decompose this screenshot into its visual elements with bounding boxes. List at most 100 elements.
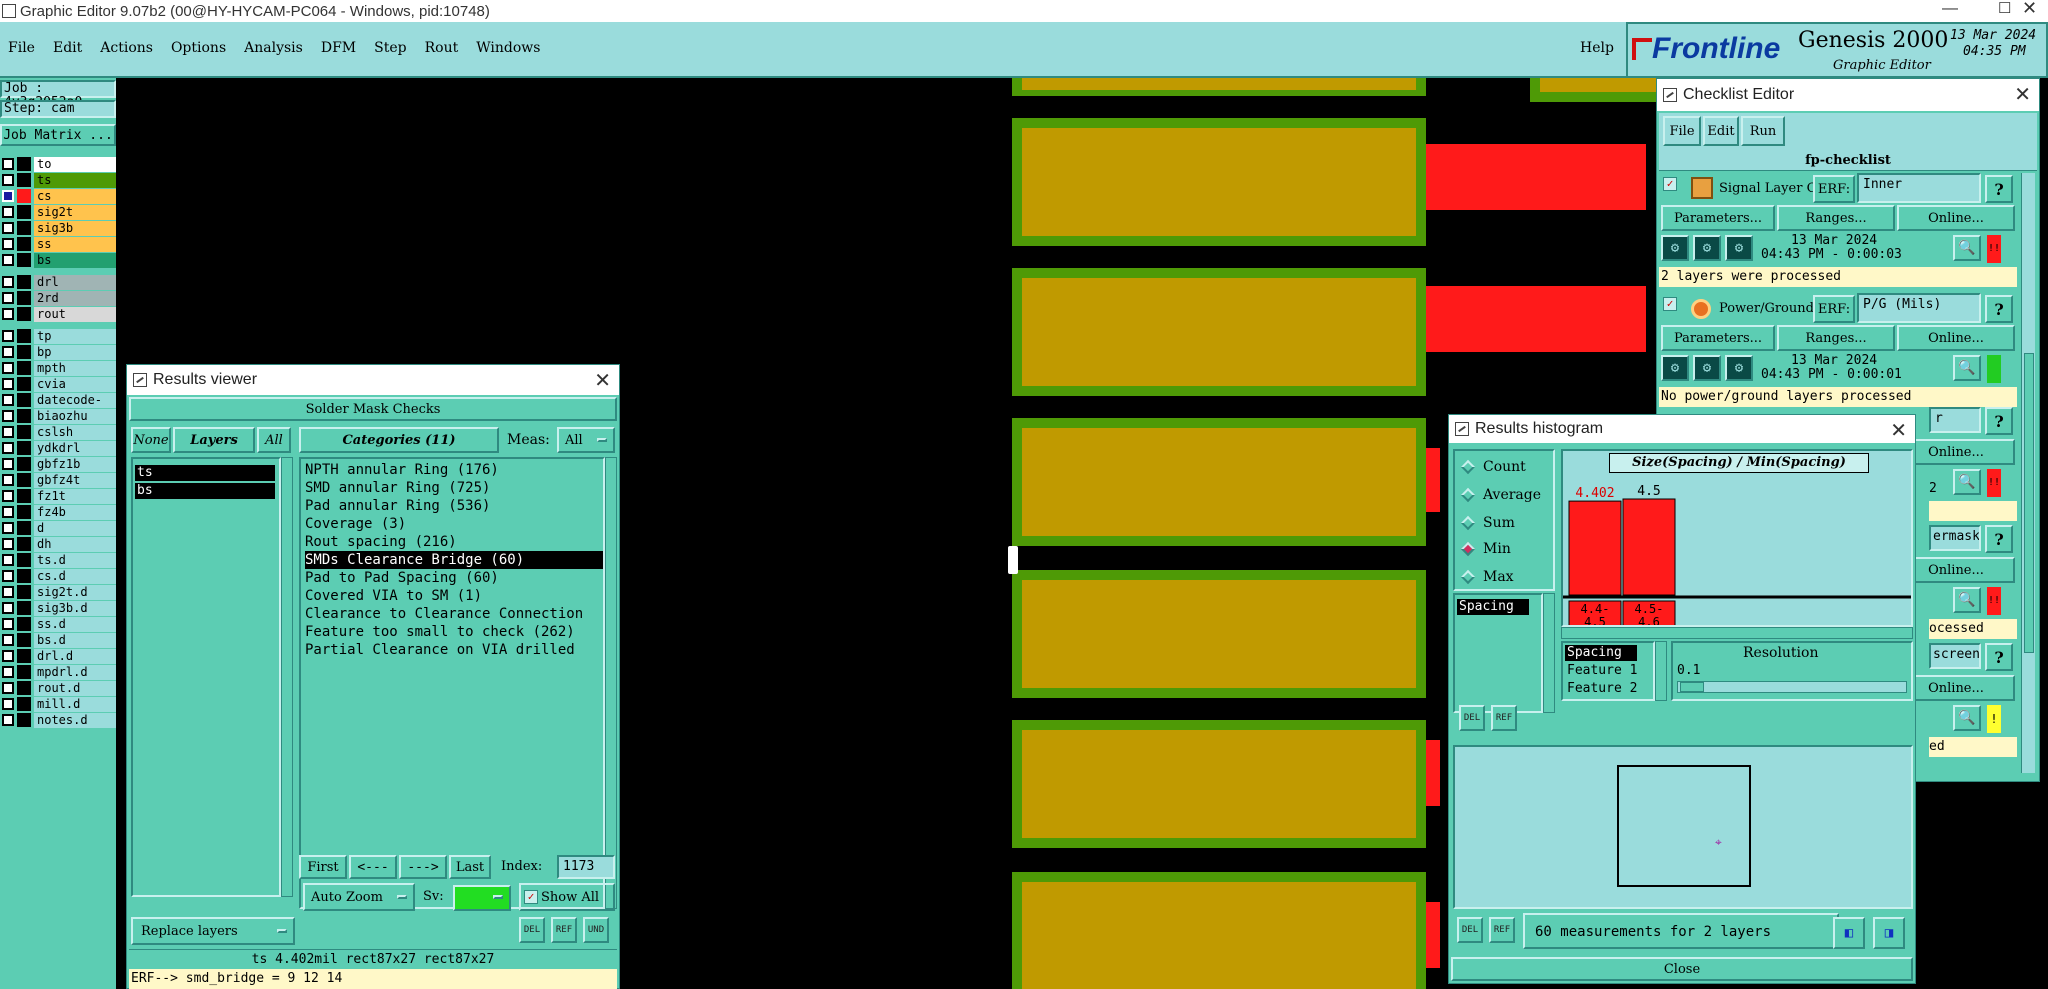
- layer-row[interactable]: to: [0, 156, 116, 172]
- layer-row[interactable]: gbfz4t: [0, 472, 116, 488]
- parameters-button[interactable]: Parameters...: [1661, 205, 1775, 231]
- layer-checkbox[interactable]: [2, 394, 14, 406]
- zoom-icon[interactable]: 🔍: [1953, 587, 1981, 613]
- layer-row[interactable]: datecode-to: [0, 392, 116, 422]
- layer-checkbox[interactable]: [2, 490, 14, 502]
- layer-name[interactable]: fz4b: [34, 504, 116, 520]
- erf-value[interactable]: r: [1929, 407, 1981, 433]
- layer-row[interactable]: tp: [0, 328, 116, 344]
- category-item[interactable]: Partial Clearance on VIA drilled: [305, 641, 603, 659]
- layer-color-swatch[interactable]: [17, 713, 31, 727]
- layer-checkbox[interactable]: [2, 554, 14, 566]
- layer-name[interactable]: mill.d: [34, 696, 116, 712]
- layer-checkbox[interactable]: [2, 190, 14, 202]
- layer-color-swatch[interactable]: [17, 489, 31, 503]
- layer-row[interactable]: ydkdrl: [0, 440, 116, 456]
- layer-checkbox[interactable]: [2, 714, 14, 726]
- checklist-edit-menu[interactable]: Edit: [1703, 116, 1739, 146]
- meas-dropdown[interactable]: All: [557, 427, 615, 453]
- layer-checkbox[interactable]: [2, 698, 14, 710]
- sv-color-dropdown[interactable]: [453, 885, 511, 911]
- layer-checkbox[interactable]: [2, 330, 14, 342]
- ranges-button[interactable]: Ranges...: [1777, 205, 1895, 231]
- layer-color-swatch[interactable]: [17, 665, 31, 679]
- layer-checkbox[interactable]: [2, 618, 14, 630]
- layer-color-swatch[interactable]: [17, 345, 31, 359]
- category-item[interactable]: Feature too small to check (262): [305, 623, 603, 641]
- field-list-scrollbar[interactable]: [1655, 641, 1667, 701]
- layer-name[interactable]: ts: [34, 172, 116, 188]
- layer-checkbox[interactable]: [2, 586, 14, 598]
- layer-checkbox[interactable]: [2, 238, 14, 250]
- layer-checkbox[interactable]: [2, 222, 14, 234]
- field-list[interactable]: Spacing Feature 1 Feature 2: [1561, 641, 1655, 701]
- layer-color-swatch[interactable]: [17, 521, 31, 535]
- layer-checkbox[interactable]: [2, 506, 14, 518]
- menu-step[interactable]: Step: [374, 40, 406, 56]
- layer-color-swatch[interactable]: [17, 275, 31, 289]
- zoom-icon[interactable]: 🔍: [1953, 705, 1981, 731]
- layer-row[interactable]: drl.d: [0, 648, 116, 664]
- layer-row[interactable]: ts: [0, 172, 116, 188]
- del-button[interactable]: DEL: [1459, 705, 1485, 731]
- layer-name[interactable]: cslsh: [34, 424, 116, 440]
- category-item[interactable]: NPTH annular Ring (176): [305, 461, 603, 479]
- layer-name[interactable]: mpdrl.d: [34, 664, 116, 680]
- layer-color-swatch[interactable]: [17, 237, 31, 251]
- layer-row[interactable]: bs: [0, 252, 116, 268]
- layer-color-swatch[interactable]: [17, 253, 31, 267]
- layout-icon[interactable]: ◧: [1833, 917, 1865, 949]
- measure-list-item[interactable]: Spacing: [1457, 599, 1529, 615]
- show-all-toggle[interactable]: ✓ Show All: [519, 883, 615, 911]
- layer-row[interactable]: sig3b.d: [0, 600, 116, 616]
- layer-row[interactable]: d: [0, 520, 116, 536]
- layer-name[interactable]: d: [34, 520, 116, 536]
- layer-name[interactable]: rout.d: [34, 680, 116, 696]
- layer-checkbox[interactable]: [2, 570, 14, 582]
- layer-checkbox[interactable]: [2, 650, 14, 662]
- layer-name[interactable]: gbfz1b: [34, 456, 116, 472]
- layer-row[interactable]: dh: [0, 536, 116, 552]
- result-layer-item[interactable]: ts: [135, 465, 275, 481]
- layer-row[interactable]: sig2t: [0, 204, 116, 220]
- layer-name[interactable]: mpth: [34, 360, 116, 376]
- job-matrix-button[interactable]: Job Matrix ...: [0, 124, 116, 146]
- replace-layers-dropdown[interactable]: Replace layers: [131, 917, 295, 945]
- menu-analysis[interactable]: Analysis: [244, 40, 303, 56]
- layer-color-swatch[interactable]: [17, 307, 31, 321]
- layer-checkbox[interactable]: [2, 254, 14, 266]
- next-button[interactable]: --->: [399, 855, 447, 879]
- layer-list-scrollbar[interactable]: [281, 457, 293, 897]
- layer-checkbox[interactable]: [2, 174, 14, 186]
- layer-row[interactable]: biaozhu: [0, 408, 116, 424]
- max-option[interactable]: Max: [1460, 569, 1514, 585]
- erf-value[interactable]: screen: [1929, 643, 1981, 669]
- close-icon[interactable]: ✕: [594, 368, 611, 393]
- layer-row[interactable]: mill.d: [0, 696, 116, 712]
- layer-color-swatch[interactable]: [17, 601, 31, 615]
- layer-name[interactable]: tp: [34, 328, 116, 344]
- layer-name[interactable]: dh: [34, 536, 116, 552]
- del-button[interactable]: DEL: [1457, 917, 1483, 943]
- category-item[interactable]: Pad to Pad Spacing (60): [305, 569, 603, 587]
- resolution-slider[interactable]: [1677, 681, 1907, 693]
- menu-file[interactable]: File: [8, 40, 35, 56]
- erf-value[interactable]: ermask: [1929, 525, 1981, 551]
- last-button[interactable]: Last: [449, 855, 491, 879]
- layer-name[interactable]: ydkdrl: [34, 440, 116, 456]
- layer-checkbox[interactable]: [2, 346, 14, 358]
- layer-checkbox[interactable]: [2, 362, 14, 374]
- field-item[interactable]: Feature 1: [1565, 663, 1637, 679]
- layer-result-list[interactable]: ts bs: [131, 457, 281, 897]
- layer-name[interactable]: bs.d: [34, 632, 116, 648]
- run-icon[interactable]: ⚙: [1693, 355, 1721, 381]
- layer-row[interactable]: sig2t.d: [0, 584, 116, 600]
- layer-row[interactable]: rout: [0, 306, 116, 322]
- field-item[interactable]: Spacing: [1565, 645, 1637, 661]
- layer-name[interactable]: sig2t: [34, 204, 116, 220]
- help-button[interactable]: ?: [1985, 295, 2013, 323]
- measure-list[interactable]: Spacing: [1453, 593, 1543, 713]
- erf-value[interactable]: Inner: [1857, 173, 1981, 203]
- layer-name[interactable]: to: [34, 156, 116, 172]
- chart-scrollbar[interactable]: [1561, 627, 1913, 639]
